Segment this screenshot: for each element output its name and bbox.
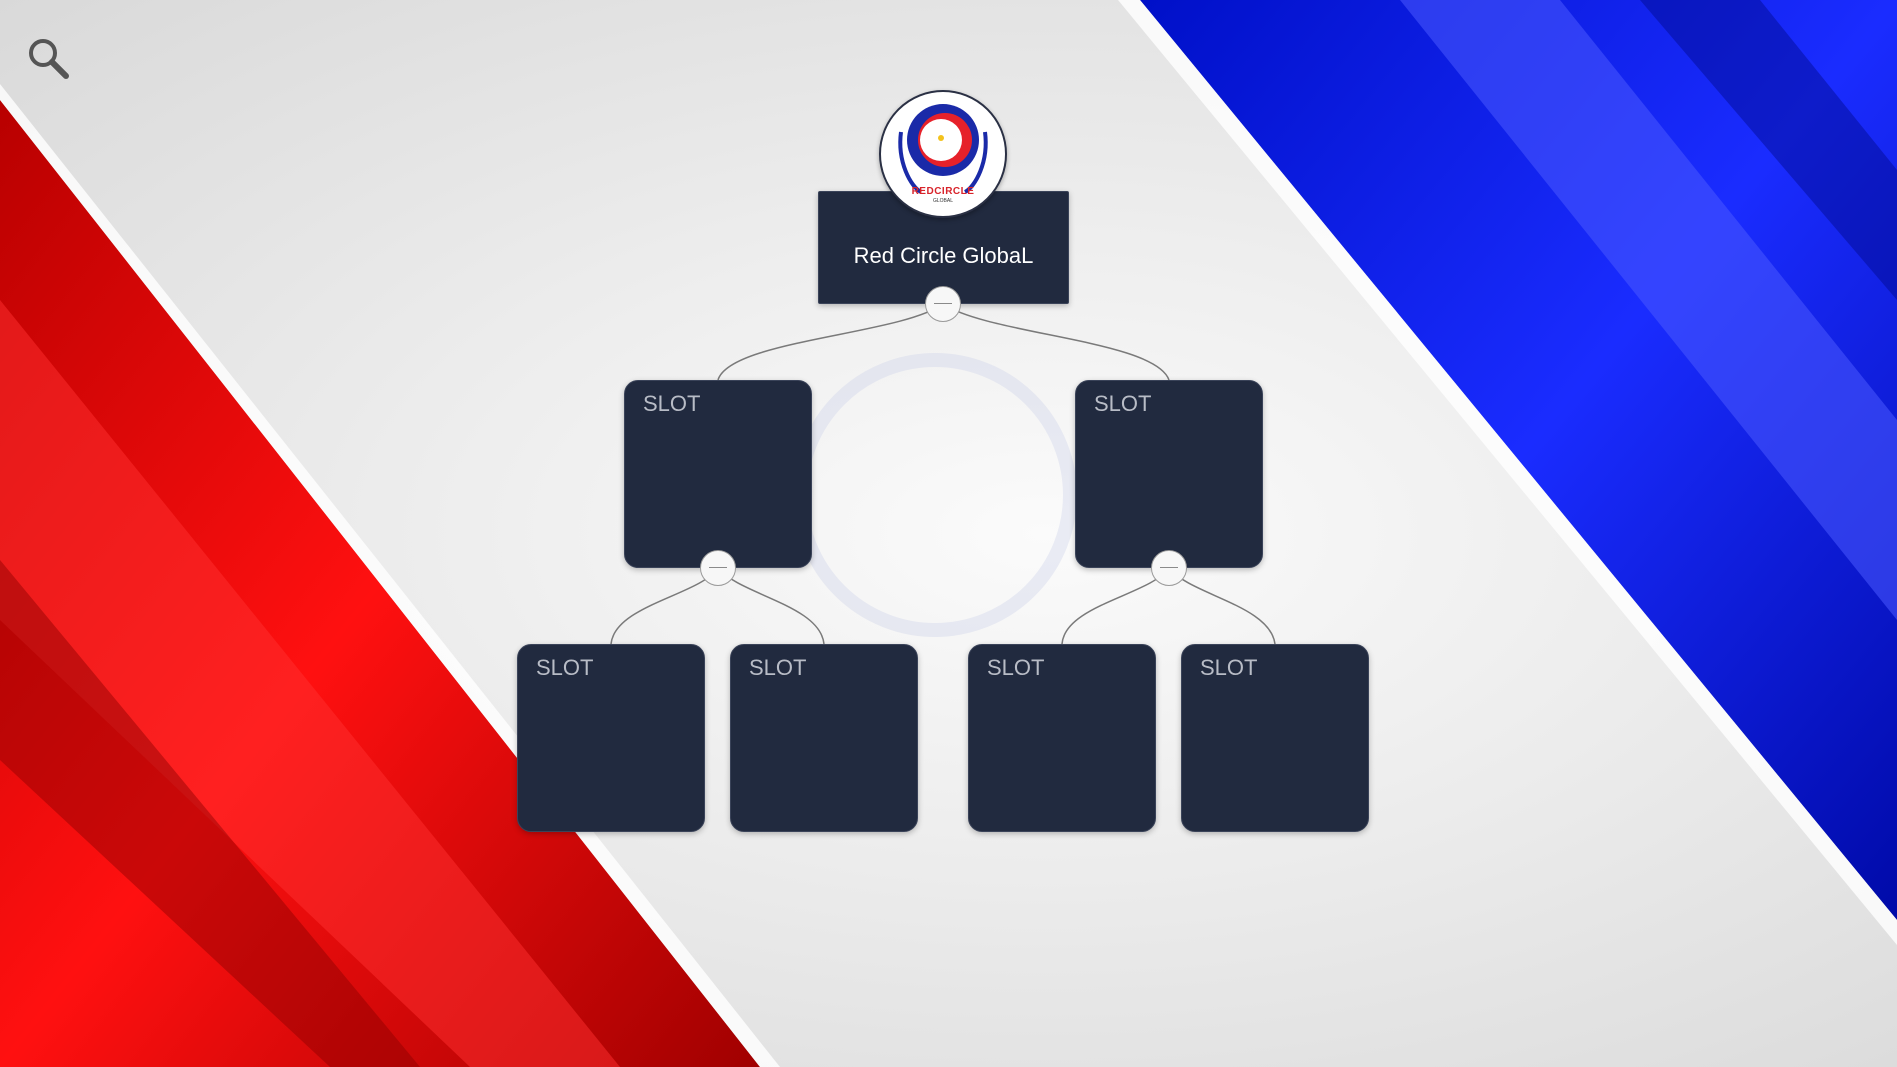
- collapse-toggle-l1-2[interactable]: [1151, 550, 1187, 586]
- canvas: Red Circle GlobaL REDCIRCLE GLOBAL SLOT …: [0, 0, 1897, 1067]
- slot-node-l1-1[interactable]: SLOT: [624, 380, 812, 568]
- logo-text: REDCIRCLE: [911, 186, 975, 197]
- slot-label: SLOT: [536, 655, 594, 680]
- logo-subtext: GLOBAL: [932, 198, 953, 204]
- slot-label: SLOT: [749, 655, 807, 680]
- slot-node-l2-3[interactable]: SLOT: [968, 644, 1156, 832]
- slot-label: SLOT: [1200, 655, 1258, 680]
- root-node-label: Red Circle GlobaL: [853, 242, 1034, 268]
- slot-label: SLOT: [643, 391, 701, 416]
- root-avatar[interactable]: REDCIRCLE GLOBAL: [879, 90, 1007, 218]
- slot-node-l2-2[interactable]: SLOT: [730, 644, 918, 832]
- collapse-toggle-root[interactable]: [925, 286, 961, 322]
- org-chart: Red Circle GlobaL REDCIRCLE GLOBAL SLOT …: [0, 0, 1897, 1067]
- collapse-toggle-l1-1[interactable]: [700, 550, 736, 586]
- slot-node-l1-2[interactable]: SLOT: [1075, 380, 1263, 568]
- slot-label: SLOT: [987, 655, 1045, 680]
- slot-node-l2-4[interactable]: SLOT: [1181, 644, 1369, 832]
- slot-label: SLOT: [1094, 391, 1152, 416]
- slot-node-l2-1[interactable]: SLOT: [517, 644, 705, 832]
